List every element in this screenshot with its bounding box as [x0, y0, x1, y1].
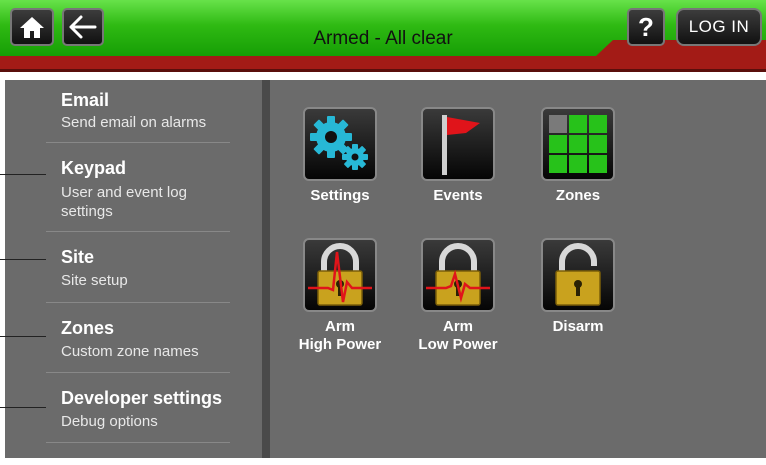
events-tile[interactable]: Events — [408, 107, 508, 205]
menu-item-subtitle: Custom zone names — [61, 343, 199, 360]
tile-label: Disarm — [552, 318, 604, 335]
login-button[interactable]: LOG IN — [676, 8, 762, 46]
panel-divider — [262, 80, 270, 458]
menu-item-zones[interactable]: Zones Custom zone names — [46, 302, 230, 373]
gears-icon — [310, 116, 368, 170]
padlock-high-wave-icon — [308, 243, 372, 306]
disarm-button[interactable] — [541, 238, 615, 312]
menu-pointer-line — [0, 336, 46, 337]
menu-item-title: Developer settings — [61, 388, 223, 408]
menu-item-keypad[interactable]: Keypad User and event log settings — [46, 142, 230, 232]
menu-item-email[interactable]: Email Send email on alarms — [46, 80, 230, 143]
tile-label-line: Low Power — [418, 336, 498, 353]
menu-item-title: Keypad — [61, 158, 127, 178]
menu-pointer-line — [0, 407, 46, 408]
flag-icon — [442, 115, 480, 175]
tile-label-line: Arm — [442, 318, 473, 335]
menu-pointer-line — [0, 259, 46, 260]
zones-tile[interactable]: Zones — [528, 107, 628, 205]
tile-label-line: High Power — [298, 336, 382, 353]
arm-high-power-tile[interactable]: Arm High Power — [290, 238, 390, 354]
tile-label: Arm Low Power — [418, 318, 497, 354]
menu-item-subtitle: Site setup — [61, 272, 128, 289]
arm-low-power-button[interactable] — [421, 238, 495, 312]
menu-item-title: Email — [61, 90, 110, 110]
menu-item-subtitle: User and event log settings — [61, 184, 187, 220]
menu-item-subtitle: Send email on alarms — [61, 114, 207, 131]
menu-item-title: Zones — [61, 318, 115, 338]
padlock-open-icon — [555, 243, 601, 306]
menu-item-developer-settings[interactable]: Developer settings Debug options — [46, 372, 230, 443]
arm-low-power-tile[interactable]: Arm Low Power — [408, 238, 508, 354]
tile-label: Settings — [310, 187, 370, 204]
disarm-tile[interactable]: Disarm — [528, 238, 628, 336]
zones-button[interactable] — [541, 107, 615, 181]
menu-item-title: Site — [61, 247, 95, 267]
menu-pointer-line — [0, 174, 46, 175]
settings-button[interactable] — [303, 107, 377, 181]
menu-item-subtitle: Debug options — [61, 413, 158, 430]
status-stripe — [0, 56, 766, 72]
tile-label-line: Arm — [324, 318, 355, 335]
grid-icon — [549, 115, 607, 173]
menu-item-site[interactable]: Site Site setup — [46, 231, 230, 303]
tile-label: Zones — [555, 187, 601, 204]
help-button[interactable]: ? — [627, 8, 665, 46]
tile-label: Arm High Power — [299, 318, 382, 354]
settings-tile[interactable]: Settings — [290, 107, 390, 205]
padlock-low-wave-icon — [426, 243, 490, 306]
events-button[interactable] — [421, 107, 495, 181]
arm-high-power-button[interactable] — [303, 238, 377, 312]
tile-label: Events — [433, 187, 483, 204]
